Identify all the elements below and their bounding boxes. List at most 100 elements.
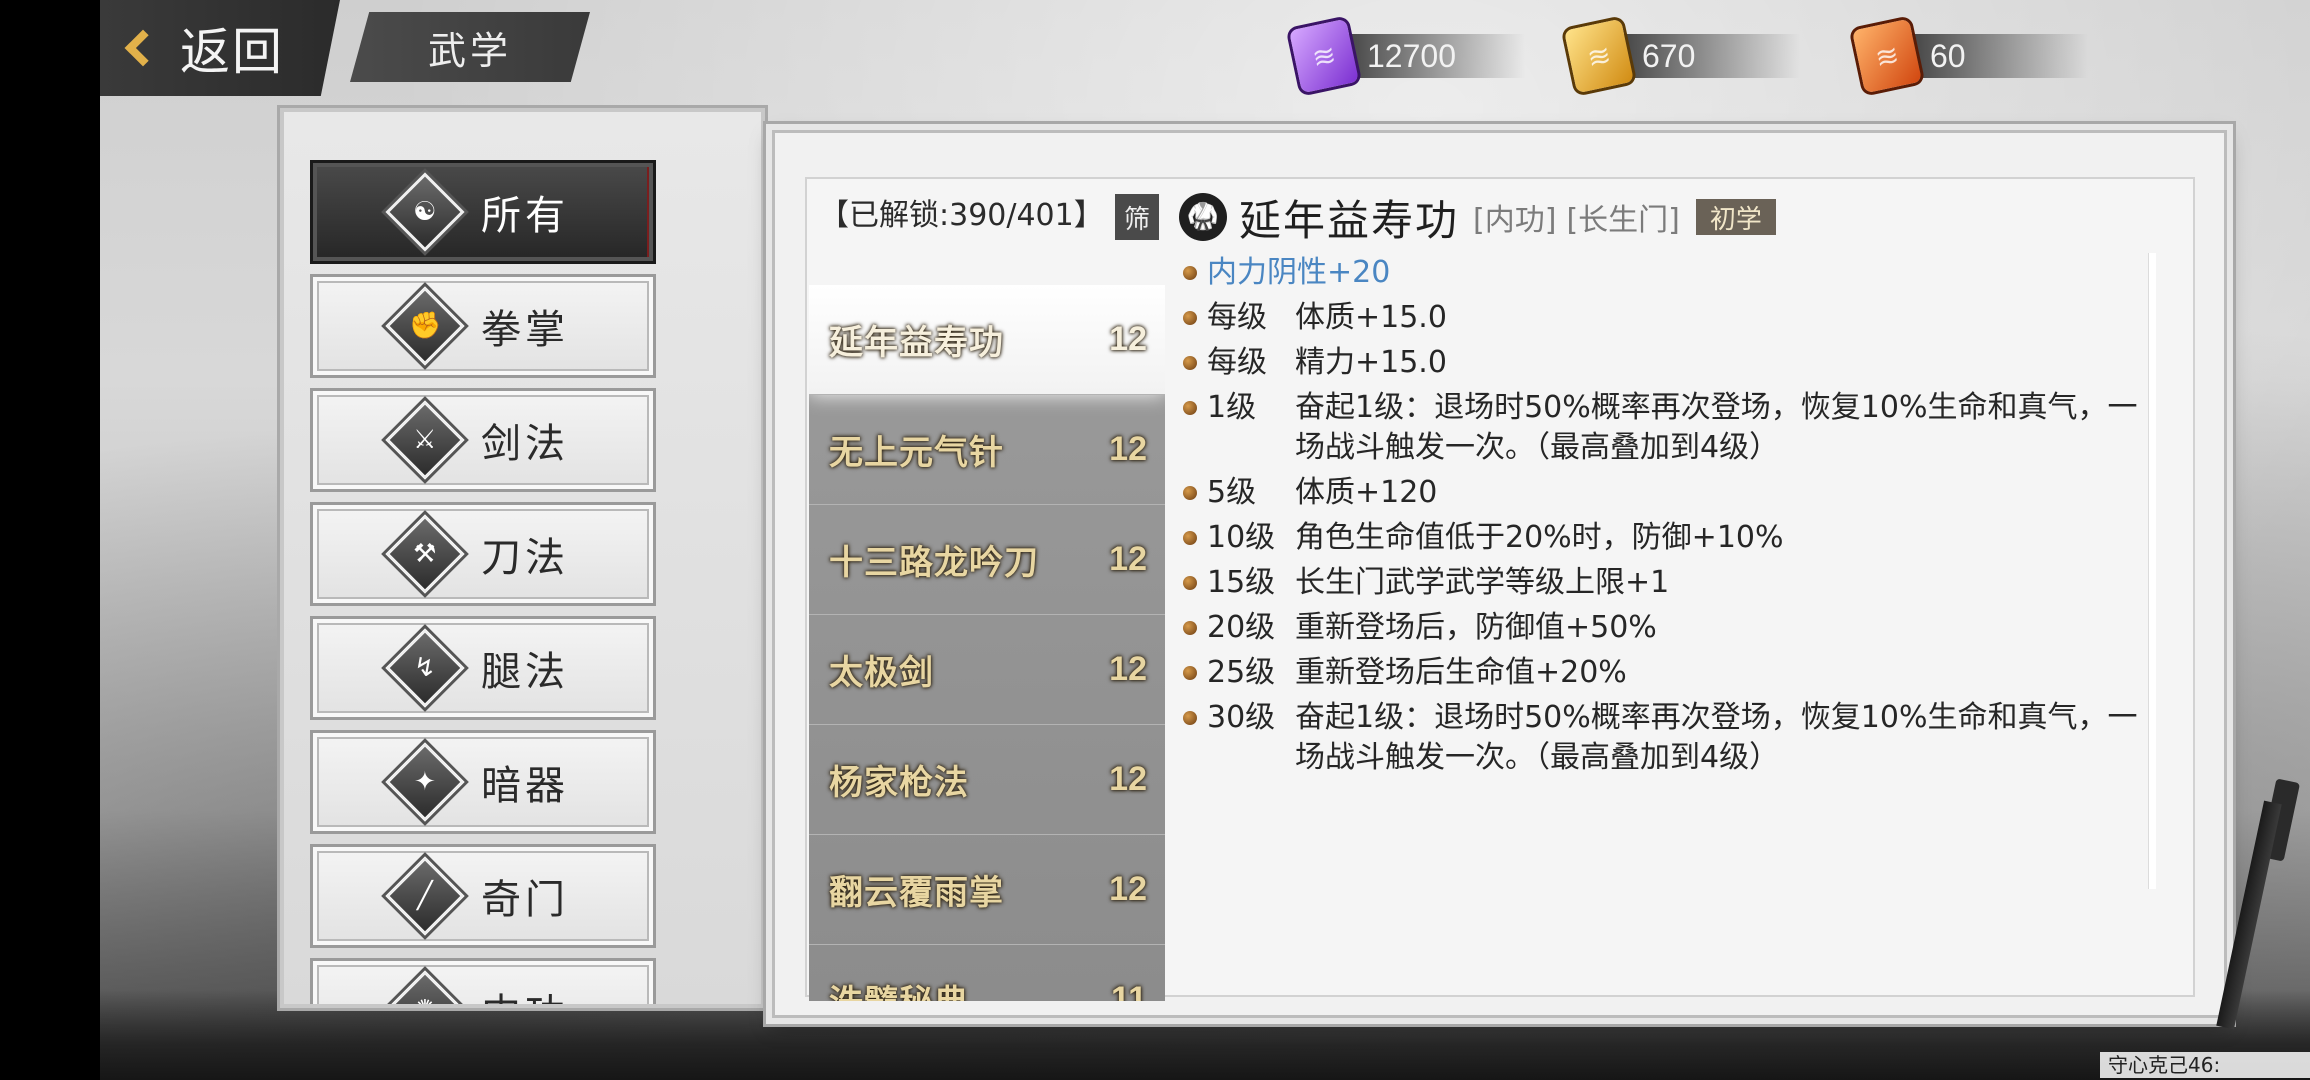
category-label: 腿法 (481, 649, 569, 695)
skill-name: 杨家枪法 (829, 763, 969, 803)
bullet-icon (1183, 666, 1197, 680)
skill-rank-badge: 初学 (1695, 199, 1776, 235)
skill-sect-tag: [长生门] (1566, 203, 1680, 238)
unlock-count: 【已解锁:390/401】 (819, 198, 1104, 233)
currency-purple-value: 12700 (1367, 37, 1456, 74)
shuriken-icon: ✦ (385, 742, 465, 822)
currency-gold[interactable]: ≋ 670 (1563, 18, 1800, 94)
bullet-icon (1183, 486, 1197, 500)
effect-level: 5级 (1207, 475, 1257, 510)
category-fist-palm[interactable]: ✊ 拳掌 (310, 274, 656, 378)
category-hidden-weapon[interactable]: ✦ 暗器 (310, 730, 656, 834)
blade-icon: ⚒ (385, 514, 465, 594)
effect-text: 精力+15.0 (1295, 345, 1447, 380)
skill-name: 十三路龙吟刀 (829, 543, 1039, 583)
skill-row[interactable]: 无上元气针 12 (809, 395, 1165, 505)
effect-line: 20级 重新登场后，防御值+50% (1183, 608, 2143, 648)
effect-line: 5级 体质+120 (1183, 473, 2143, 513)
effect-line: 每级 精力+15.0 (1183, 343, 2143, 383)
skill-level: 12 (1109, 540, 1147, 578)
skill-level: 12 (1109, 320, 1147, 358)
back-chevron-icon (124, 29, 162, 67)
skill-row[interactable]: 十三路龙吟刀 12 (809, 505, 1165, 615)
martial-figure-icon: 🥋 (1179, 193, 1227, 241)
orange-scroll-icon: ≋ (1851, 18, 1923, 94)
skill-name: 无上元气针 (829, 433, 1004, 473)
effect-level: 20级 (1207, 610, 1276, 645)
category-kick[interactable]: ↯ 腿法 (310, 616, 656, 720)
game-background: 返回 武学 ≋ 12700 ≋ 670 ≋ 60 ☯ 所有 ✊ 拳掌 ⚔ 剑法 … (100, 0, 2310, 1080)
category-all[interactable]: ☯ 所有 (310, 160, 656, 264)
bullet-icon (1183, 266, 1197, 280)
skill-name: 洗髓秘典 (829, 975, 969, 1001)
effect-line: 10级 角色生命值低于20%时，防御+10% (1183, 518, 2143, 558)
skill-level: 12 (1109, 870, 1147, 908)
skill-row[interactable]: 延年益寿功 12 (809, 285, 1165, 395)
category-inner-power[interactable]: ✺ 内功 (310, 958, 656, 1004)
skill-name: 延年益寿功 (829, 323, 1004, 363)
category-list: ☯ 所有 ✊ 拳掌 ⚔ 剑法 ⚒ 刀法 ↯ 腿法 ✦ 暗器 ╱ 奇门 (310, 160, 656, 1004)
effect-level: 15级 (1207, 565, 1276, 600)
effect-line: 30级 奋起1级：退场时50%概率再次登场，恢复10%生命和真气，一场战斗触发一… (1183, 698, 2143, 778)
currency-orange[interactable]: ≋ 60 (1851, 18, 2088, 94)
detail-scrollbar[interactable] (2148, 253, 2156, 889)
category-blade[interactable]: ⚒ 刀法 (310, 502, 656, 606)
category-label: 拳掌 (481, 307, 569, 353)
bullet-icon (1183, 401, 1197, 415)
meditation-icon: ☯ (385, 172, 465, 252)
effect-text: 内力阴性+20 (1207, 255, 1391, 290)
category-sword[interactable]: ⚔ 剑法 (310, 388, 656, 492)
bullet-icon (1183, 311, 1197, 325)
skill-detail-header: 🥋 延年益寿功 [内功] [长生门] 初学 (1179, 189, 1776, 245)
skill-level: 12 (1109, 760, 1147, 798)
player-id-label: 守心克己46: 286611919 (2100, 1052, 2310, 1080)
effect-line: 内力阴性+20 (1183, 253, 2143, 293)
effect-line: 1级 奋起1级：退场时50%概率再次登场，恢复10%生命和真气，一场战斗触发一次… (1183, 388, 2143, 468)
effect-text: 长生门武学武学等级上限+1 (1295, 565, 1670, 600)
effect-text: 体质+120 (1295, 475, 1438, 510)
back-label: 返回 (180, 23, 284, 81)
currency-purple[interactable]: ≋ 12700 (1288, 18, 1525, 94)
skill-title: 延年益寿功 (1239, 195, 1460, 245)
effect-level: 10级 (1207, 520, 1276, 555)
effect-line: 15级 长生门武学武学等级上限+1 (1183, 563, 2143, 603)
bullet-icon (1183, 531, 1197, 545)
skill-row[interactable]: 翻云覆雨掌 12 (809, 835, 1165, 945)
skill-row[interactable]: 杨家枪法 12 (809, 725, 1165, 835)
effect-line: 25级 重新登场后生命值+20% (1183, 653, 2143, 693)
effect-level: 1级 (1207, 390, 1257, 425)
effect-level: 每级 (1207, 345, 1267, 380)
fist-icon: ✊ (385, 286, 465, 366)
effect-level: 30级 (1207, 700, 1276, 735)
page-title: 武学 (427, 28, 512, 73)
bullet-icon (1183, 356, 1197, 370)
skill-level: 12 (1109, 650, 1147, 688)
skill-effects-list[interactable]: 内力阴性+20 每级 体质+15.0 每级 精力+15.0 1级 奋起1级：退场… (1183, 253, 2143, 783)
effect-level: 每级 (1207, 300, 1267, 335)
bullet-icon (1183, 576, 1197, 590)
gold-scroll-icon: ≋ (1563, 18, 1635, 94)
page-title-tab: 武学 (350, 12, 590, 82)
inner-power-icon: ✺ (385, 970, 465, 1004)
effect-line: 每级 体质+15.0 (1183, 298, 2143, 338)
effect-text: 体质+15.0 (1295, 300, 1447, 335)
skill-row[interactable]: 洗髓秘典 11 (809, 945, 1165, 1001)
effect-text: 角色生命值低于20%时，防御+10% (1295, 520, 1784, 555)
currency-orange-value: 60 (1930, 37, 1966, 74)
skill-detail-panel: 【已解锁:390/401】 筛 延年益寿功 12 无上元气针 12 十三路龙吟刀… (772, 130, 2227, 1018)
purple-scroll-icon: ≋ (1288, 18, 1360, 94)
category-label: 内功 (481, 981, 569, 1004)
back-button[interactable]: 返回 (100, 0, 340, 96)
staff-icon: ╱ (385, 856, 465, 936)
category-exotic[interactable]: ╱ 奇门 (310, 844, 656, 948)
skill-level: 12 (1109, 430, 1147, 468)
category-panel: ☯ 所有 ✊ 拳掌 ⚔ 剑法 ⚒ 刀法 ↯ 腿法 ✦ 暗器 ╱ 奇门 (280, 108, 765, 1008)
category-label: 暗器 (481, 763, 569, 809)
bullet-icon (1183, 711, 1197, 725)
effect-text: 重新登场后，防御值+50% (1295, 610, 1657, 645)
skill-list[interactable]: 延年益寿功 12 无上元气针 12 十三路龙吟刀 12 太极剑 12 杨家枪法 … (809, 285, 1165, 1001)
skill-row[interactable]: 太极剑 12 (809, 615, 1165, 725)
skill-type-tag: [内功] (1473, 203, 1557, 238)
effect-level: 25级 (1207, 655, 1276, 690)
filter-button[interactable]: 筛 (1115, 194, 1159, 240)
